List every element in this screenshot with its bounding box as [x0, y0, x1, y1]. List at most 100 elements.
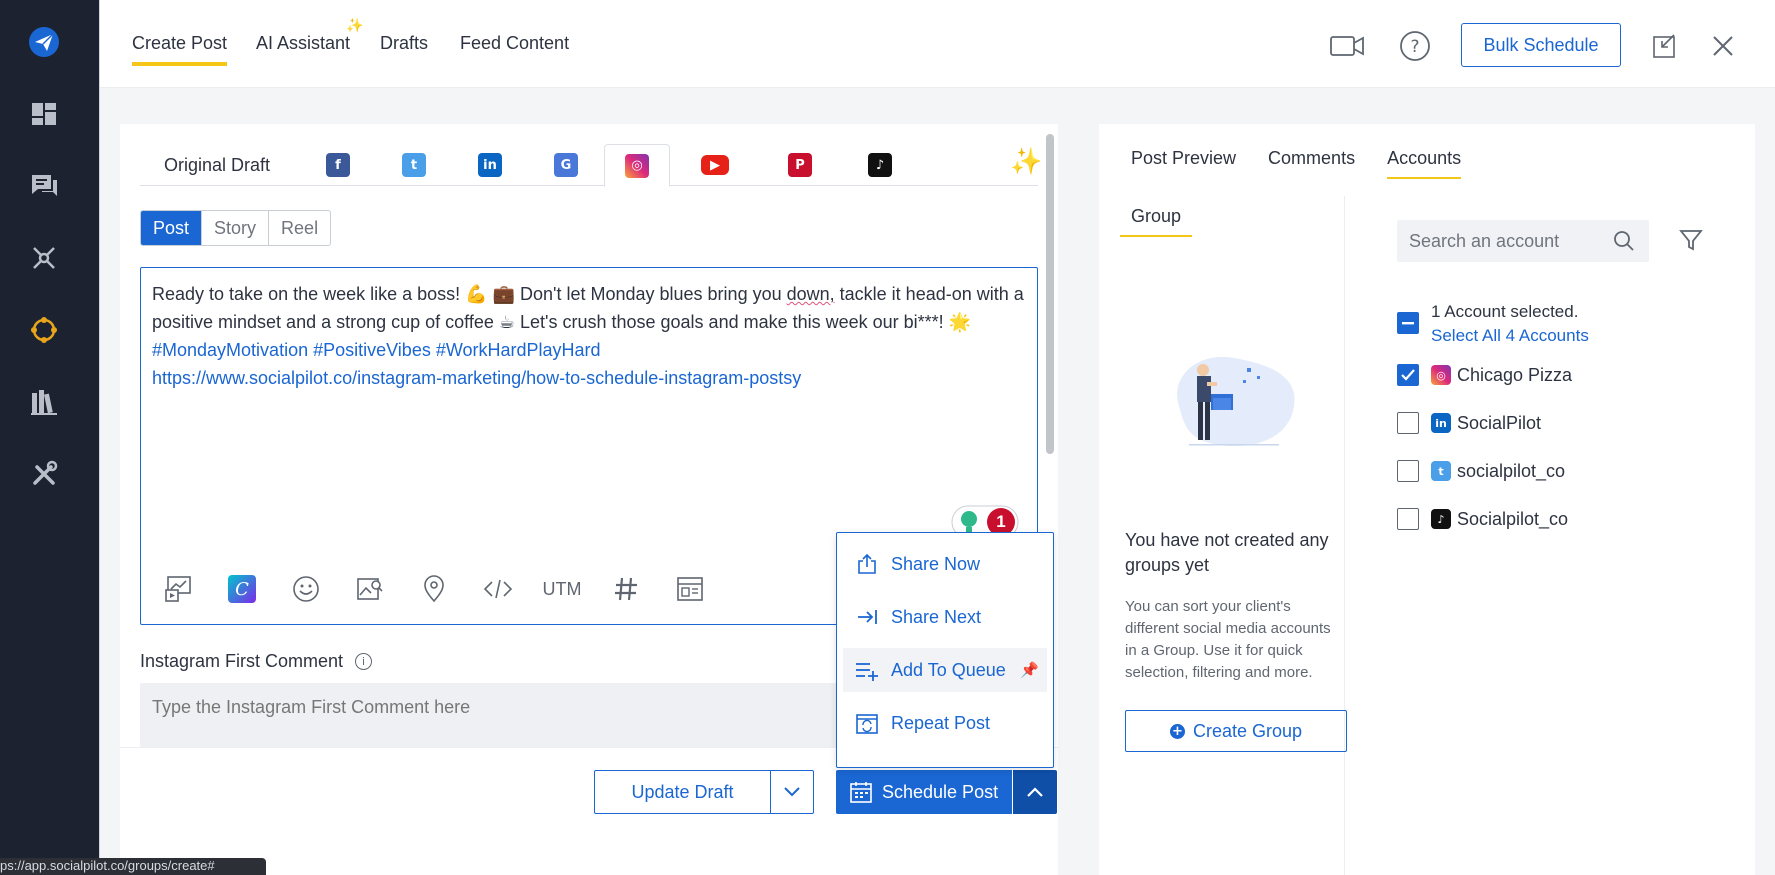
account-row[interactable]: ◎ Chicago Pizza: [1397, 364, 1572, 386]
tab-label: Drafts: [380, 33, 429, 53]
tab-create-post[interactable]: Create Post: [132, 33, 228, 66]
create-group-label: Create Group: [1192, 720, 1303, 741]
account-checkbox[interactable]: [1397, 364, 1419, 386]
tab-linkedin[interactable]: in: [452, 144, 528, 186]
sidebar-item-tools[interactable]: [16, 446, 72, 502]
info-icon[interactable]: i: [355, 653, 373, 670]
account-row[interactable]: ♪ Socialpilot_co: [1397, 508, 1568, 530]
tab-twitter[interactable]: t: [376, 144, 452, 186]
post-type-reel[interactable]: Reel: [268, 211, 330, 245]
post-content[interactable]: Ready to take on the week like a boss! 💪…: [152, 280, 1027, 392]
video-tutorial-button[interactable]: [1327, 26, 1367, 66]
tab-ai-assistant[interactable]: AI Assistant ✨: [256, 17, 363, 54]
update-draft-dropdown[interactable]: [770, 770, 814, 814]
tab-tiktok[interactable]: ♪: [840, 144, 920, 186]
post-type-story[interactable]: Story: [201, 211, 268, 245]
schedule-post-label: Schedule Post: [882, 781, 999, 802]
select-all-checkbox[interactable]: [1397, 312, 1419, 334]
network-tabs: Original Draft f t in G ◎ ▶ P ♪: [140, 144, 1038, 187]
tab-post-preview[interactable]: Post Preview: [1131, 148, 1236, 179]
account-name: socialpilot_co: [1457, 460, 1566, 481]
canva-button[interactable]: C: [221, 568, 263, 610]
account-checkbox[interactable]: [1397, 460, 1419, 482]
menu-item-label: Share Now: [891, 553, 981, 574]
editor-scrollbar[interactable]: [1046, 134, 1054, 454]
books-icon: [31, 390, 57, 415]
location-pin-icon: [424, 575, 444, 603]
tab-feed-content[interactable]: Feed Content: [460, 33, 569, 54]
post-type-post[interactable]: Post: [141, 211, 202, 245]
tab-instagram[interactable]: ◎: [604, 144, 670, 187]
location-button[interactable]: [413, 568, 455, 610]
account-checkbox[interactable]: [1397, 508, 1419, 530]
queue-add-icon: [855, 658, 879, 682]
create-group-button[interactable]: + Create Group: [1125, 710, 1347, 752]
chevron-up-icon: [1027, 787, 1043, 797]
menu-item-add-to-queue[interactable]: Add To Queue 📌: [843, 648, 1047, 692]
tab-comments[interactable]: Comments: [1268, 148, 1355, 179]
image-search-icon: [357, 578, 383, 600]
tab-accounts[interactable]: Accounts: [1387, 148, 1462, 179]
menu-item-share-now[interactable]: Share Now: [843, 542, 1047, 586]
emoji-button[interactable]: [285, 568, 327, 610]
utm-button[interactable]: UTM: [541, 568, 583, 610]
selection-text: 1 Account selected. Select All 4 Account…: [1431, 300, 1589, 348]
sidebar-item-engage[interactable]: [16, 158, 72, 214]
sidebar-logo[interactable]: [16, 14, 72, 70]
tab-group[interactable]: Group: [1120, 206, 1193, 237]
network-icon: [33, 247, 55, 269]
sidebar-item-network[interactable]: [16, 230, 72, 286]
media-button[interactable]: [157, 568, 199, 610]
image-search-button[interactable]: [349, 568, 391, 610]
tab-original-draft[interactable]: Original Draft: [140, 144, 300, 186]
schedule-post-button[interactable]: Schedule Post: [836, 770, 1012, 814]
linkedin-icon: in: [1431, 413, 1451, 433]
search-icon[interactable]: [1613, 230, 1635, 252]
embed-code-button[interactable]: [477, 568, 519, 610]
filter-icon[interactable]: [1679, 228, 1703, 252]
account-row[interactable]: t socialpilot_co: [1397, 460, 1565, 482]
google-business-icon: G: [554, 153, 578, 177]
sidebar-item-library[interactable]: [16, 374, 72, 430]
bulk-schedule-button[interactable]: Bulk Schedule: [1461, 23, 1621, 67]
menu-item-share-next[interactable]: Share Next: [843, 595, 1047, 639]
tab-youtube[interactable]: ▶: [670, 144, 760, 186]
schedule-options-toggle[interactable]: [1013, 770, 1057, 814]
dashboard-icon: [32, 103, 56, 125]
update-draft-button[interactable]: Update Draft: [594, 770, 771, 814]
facebook-icon: f: [326, 153, 350, 177]
twitter-icon: t: [402, 153, 426, 177]
twitter-icon: t: [1431, 461, 1451, 481]
close-button[interactable]: [1703, 26, 1743, 66]
editor-panel: Original Draft f t in G ◎ ▶ P ♪ ✨ Post S…: [120, 124, 1058, 875]
sidebar-item-integrations[interactable]: [16, 302, 72, 358]
tab-label: Original Draft: [164, 154, 271, 175]
hashtag-button[interactable]: [605, 568, 647, 610]
tab-facebook[interactable]: f: [300, 144, 376, 186]
selected-count: 1 Account selected.: [1431, 302, 1579, 321]
menu-item-repeat-post[interactable]: Repeat Post: [843, 701, 1047, 745]
sidebar-item-dashboard[interactable]: [16, 86, 72, 142]
templates-button[interactable]: [669, 568, 711, 610]
account-name: Chicago Pizza: [1457, 364, 1573, 385]
account-row[interactable]: in SocialPilot: [1397, 412, 1541, 434]
minimize-button[interactable]: [1645, 26, 1685, 66]
svg-text:?: ?: [1410, 37, 1419, 57]
help-button[interactable]: ?: [1395, 26, 1435, 66]
linkedin-icon: in: [478, 153, 502, 177]
chevron-down-icon: [784, 787, 800, 797]
minus-icon: [1402, 322, 1414, 325]
pin-icon[interactable]: 📌: [1020, 661, 1039, 679]
ai-sparkle-icon[interactable]: ✨: [1010, 146, 1042, 177]
select-all-link[interactable]: Select All 4 Accounts: [1431, 324, 1589, 348]
share-icon: [855, 552, 879, 576]
create-post-modal: Create Post AI Assistant ✨ Drafts Feed C…: [99, 0, 1775, 875]
tab-pinterest[interactable]: P: [760, 144, 840, 186]
post-link[interactable]: https://www.socialpilot.co/instagram-mar…: [152, 364, 1027, 392]
account-checkbox[interactable]: [1397, 412, 1419, 434]
account-search-input[interactable]: Search an account: [1397, 220, 1649, 262]
tab-drafts[interactable]: Drafts: [380, 33, 428, 54]
first-comment-placeholder: Type the Instagram First Comment here: [152, 697, 471, 717]
tab-google-business[interactable]: G: [528, 144, 604, 186]
preview-accounts-panel: Post Preview Comments Accounts Group You…: [1099, 124, 1755, 875]
